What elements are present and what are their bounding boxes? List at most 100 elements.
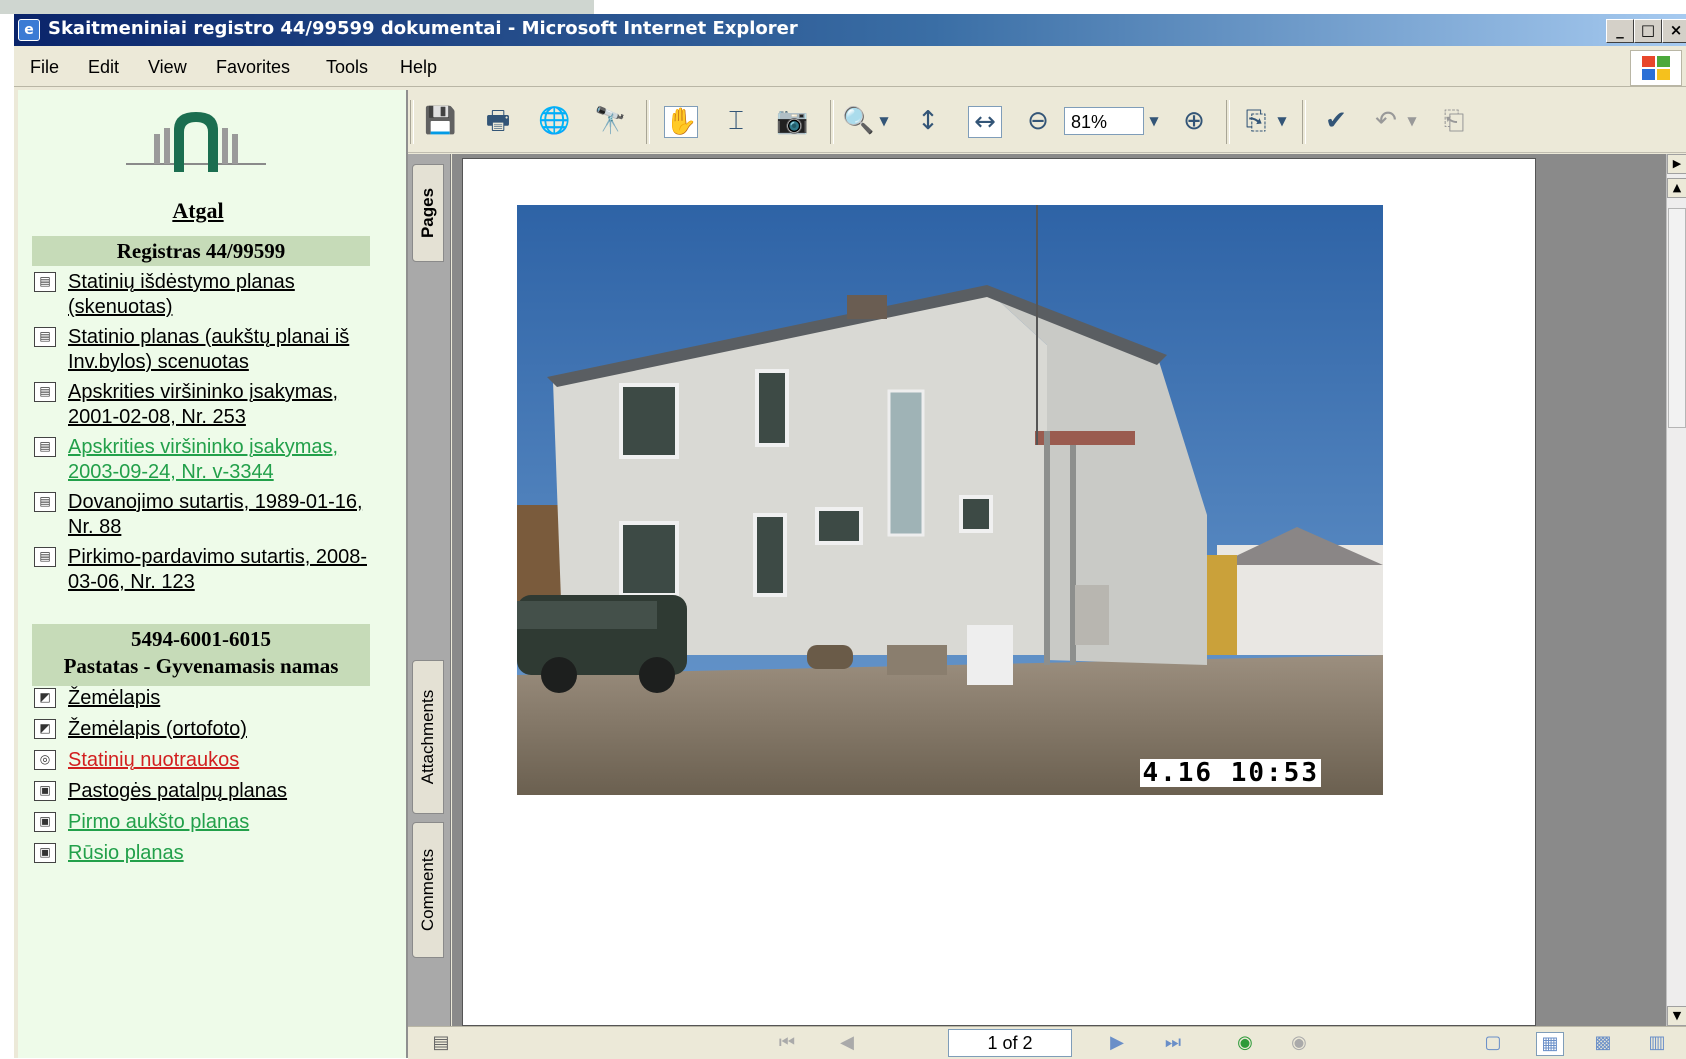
chevron-down-icon[interactable]: ▼ [1274, 106, 1290, 136]
maximize-button[interactable]: □ [1634, 19, 1662, 43]
snapshot-icon[interactable]: 📷 [776, 106, 808, 136]
building-link[interactable]: ▣ Rūsio planas [34, 841, 384, 866]
document-link[interactable]: ▤ Apskrities viršininko įsakymas, 2001-02… [34, 380, 384, 430]
menu-tools[interactable]: Tools [326, 57, 368, 78]
document-link[interactable]: ▤ Apskrities viršininko įsakymas, 2003-09… [34, 435, 384, 485]
top-strip [0, 0, 1686, 14]
continuous-page-icon[interactable]: ▦ [1536, 1032, 1564, 1056]
left-navigation-pane: Atgal Registras 44/99599 ▤ Statinių išdės… [18, 90, 408, 1058]
chevron-down-icon[interactable]: ▼ [1404, 106, 1420, 136]
menu-edit[interactable]: Edit [88, 57, 119, 78]
fit-width-icon[interactable]: ↔ [968, 106, 1002, 138]
zoom-out-icon[interactable]: ⊖ [1022, 106, 1054, 136]
scroll-up-icon[interactable]: ▲ [1667, 178, 1686, 198]
menu-bar: File Edit View Favorites Tools Help [14, 48, 1686, 87]
building-link[interactable]: ▣ Pirmo aukšto planas [34, 810, 384, 835]
photo-timestamp: 4.16 10:53 [1140, 758, 1321, 788]
copy-icon[interactable]: ⎗ [1438, 106, 1470, 136]
windows-logo-icon [1630, 50, 1682, 86]
document-link[interactable]: ▤ Statinių išdėstymo planas (skenuotas) [34, 270, 384, 320]
link-label: Statinio planas (aukštų planai iš Inv.by… [68, 326, 350, 373]
vertical-scrollbar[interactable]: ▶ ▲ ▼ [1666, 154, 1686, 1026]
zoom-in-icon[interactable]: ⊕ [1178, 106, 1210, 136]
document-icon: ▤ [34, 327, 56, 347]
register-heading: Registras 44/99599 [32, 236, 370, 266]
link-label: Rūsio planas [68, 842, 184, 864]
scroll-down-icon[interactable]: ▼ [1667, 1006, 1686, 1026]
document-icon: ▤ [34, 437, 56, 457]
document-link[interactable]: ▤ Statinio planas (aukštų planai iš Inv.b… [34, 325, 384, 375]
pdf-page: 4.16 10:53 [462, 158, 1536, 1026]
find-icon[interactable]: 🔭 [594, 106, 626, 136]
zoom-input[interactable]: 81% [1064, 107, 1144, 135]
back-link[interactable]: Atgal [18, 198, 378, 224]
tab-attachments[interactable]: Attachments [412, 660, 444, 814]
menu-favorites[interactable]: Favorites [216, 57, 290, 78]
previous-view-icon[interactable]: ◉ [1232, 1032, 1258, 1054]
viewer-toolbar: 💾 🖶 🌐 🔭 ✋ ⌶ 📷 🔍 ▼ ↕ ↔ ⊖ 81% ▼ ⊕ ⎘ ▼ ✔ ↶ … [408, 90, 1686, 153]
continuous-facing-icon[interactable]: ▥ [1644, 1032, 1670, 1054]
fit-page-icon[interactable]: ↕ [912, 106, 944, 136]
building-link[interactable]: ▣ Pastogės patalpų planas [34, 779, 384, 804]
spell-check-icon[interactable]: ✔ [1320, 106, 1352, 136]
link-label: Statinių išdėstymo planas (skenuotas) [68, 271, 295, 318]
link-label: Pastogės patalpų planas [68, 780, 288, 802]
link-label: Pirkimo-pardavimo sutartis, 2008-03-06, … [68, 546, 367, 593]
browser-window: e Skaitmeniniai registro 44/99599 dokume… [14, 14, 1686, 1059]
pdf-viewer: 💾 🖶 🌐 🔭 ✋ ⌶ 📷 🔍 ▼ ↕ ↔ ⊖ 81% ▼ ⊕ ⎘ ▼ ✔ ↶ … [408, 90, 1686, 1059]
next-page-icon[interactable]: ▶ [1104, 1032, 1130, 1054]
link-label: Apskrities viršininko įsakymas, 2003-09-… [68, 436, 339, 483]
zoom-dropdown-icon[interactable]: ▼ [1146, 106, 1162, 136]
select-text-icon[interactable]: ⌶ [720, 106, 752, 136]
navigation-tabs: Pages Attachments Comments [408, 154, 451, 1026]
plan-icon: ▣ [34, 843, 56, 863]
building-heading: 5494-6001-6015 Pastatas - Gyvenamasis na… [32, 624, 370, 686]
tab-pages[interactable]: Pages [412, 164, 444, 262]
tab-comments[interactable]: Comments [412, 822, 444, 958]
map-icon: ◩ [34, 688, 56, 708]
document-icon: ▤ [34, 492, 56, 512]
close-button[interactable]: × [1662, 19, 1686, 43]
previous-page-icon[interactable]: ◀ [834, 1032, 860, 1054]
link-label: Statinių nuotraukos [68, 749, 240, 771]
plan-icon: ▣ [34, 781, 56, 801]
last-page-icon[interactable]: ⏭ [1160, 1032, 1186, 1054]
building-link[interactable]: ◎ Statinių nuotraukos [34, 748, 384, 773]
status-bar: ▤ ⏮ ◀ 1 of 2 ▶ ⏭ ◉ ◉ ▢ ▦ ▩ ▥ [408, 1026, 1686, 1059]
email-icon[interactable]: 🌐 [538, 106, 570, 136]
hand-tool-icon[interactable]: ✋ [664, 106, 698, 138]
building-type: Pastatas - Gyvenamasis namas [63, 654, 339, 678]
building-link[interactable]: ◩ Žemėlapis (ortofoto) [34, 717, 384, 742]
save-icon[interactable]: 💾 [424, 106, 456, 136]
building-photo: 4.16 10:53 [517, 205, 1383, 795]
window-title: Skaitmeniniai registro 44/99599 dokument… [48, 18, 798, 39]
menu-file[interactable]: File [30, 57, 59, 78]
chevron-down-icon[interactable]: ▼ [876, 106, 892, 136]
scroll-right-icon[interactable]: ▶ [1667, 154, 1686, 174]
map-icon: ◩ [34, 719, 56, 739]
ie-icon: e [18, 19, 40, 41]
building-link[interactable]: ◩ Žemėlapis [34, 686, 384, 711]
zoom-in-tool-icon[interactable]: 🔍 [842, 106, 874, 136]
first-page-icon[interactable]: ⏮ [774, 1032, 800, 1054]
toolbar-grip [410, 100, 414, 144]
menu-view[interactable]: View [148, 57, 187, 78]
rotate-view-icon[interactable]: ⎘ [1240, 106, 1272, 136]
undo-icon[interactable]: ↶ [1370, 106, 1402, 136]
page-number-input[interactable]: 1 of 2 [948, 1029, 1072, 1057]
print-icon[interactable]: 🖶 [482, 106, 514, 136]
document-link[interactable]: ▤ Pirkimo-pardavimo sutartis, 2008-03-06,… [34, 545, 384, 595]
toolbar-separator [1302, 100, 1306, 144]
plan-icon: ▣ [34, 812, 56, 832]
title-bar[interactable]: e Skaitmeniniai registro 44/99599 dokume… [14, 14, 1686, 46]
facing-pages-icon[interactable]: ▩ [1590, 1032, 1616, 1054]
document-link[interactable]: ▤ Dovanojimo sutartis, 1989-01-16, Nr. 88 [34, 490, 384, 540]
document-area[interactable]: 4.16 10:53 [452, 154, 1666, 1026]
minimize-button[interactable]: _ [1606, 19, 1634, 43]
document-icon: ▤ [34, 272, 56, 292]
page-layout-icon[interactable]: ▤ [428, 1032, 454, 1054]
single-page-icon[interactable]: ▢ [1480, 1032, 1506, 1054]
next-view-icon[interactable]: ◉ [1286, 1032, 1312, 1054]
scrollbar-thumb[interactable] [1668, 208, 1686, 428]
menu-help[interactable]: Help [400, 57, 437, 78]
